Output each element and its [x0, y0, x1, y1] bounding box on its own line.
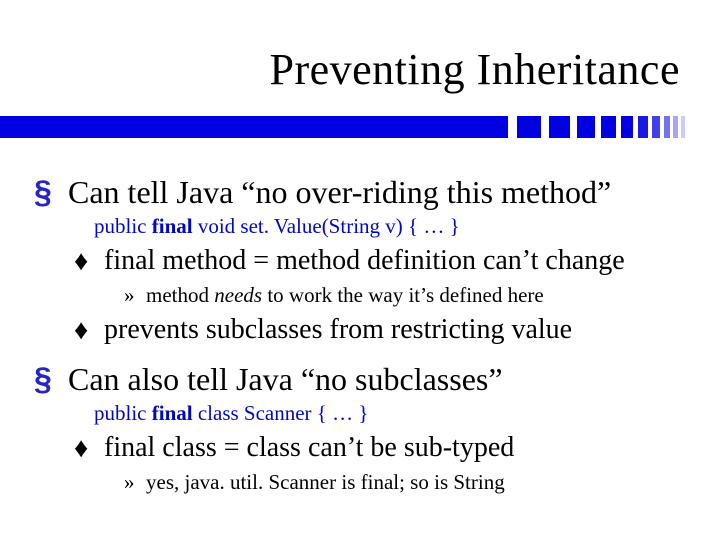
bullet-text: prevents subclasses from restricting val… — [104, 313, 572, 347]
code-keyword: final — [152, 401, 193, 425]
bullet-marker: » — [124, 281, 146, 309]
bullet-level1: § Can also tell Java “no subclasses” — [30, 361, 690, 397]
slide: { "title": "Preventing Inheritance", "bu… — [0, 0, 720, 540]
emphasis: needs — [214, 283, 262, 307]
bullet-level3: » yes, java. util. Scanner is final; so … — [124, 468, 690, 496]
bullet-text: Can also tell Java “no subclasses” — [68, 361, 503, 397]
accent-bar — [0, 116, 720, 138]
bullet-level2: ♦ prevents subclasses from restricting v… — [74, 313, 690, 347]
bullet-level2: ♦ final class = class can’t be sub-typed — [74, 431, 690, 465]
bullet-text: Can tell Java “no over-riding this metho… — [68, 174, 611, 210]
bullet-marker: § — [30, 174, 68, 210]
slide-title: Preventing Inheritance — [269, 44, 680, 95]
bullet-marker: » — [124, 468, 146, 496]
code-pre: public — [94, 214, 152, 238]
text-span: to work the way it’s defined here — [262, 283, 544, 307]
bullet-marker: ♦ — [74, 431, 104, 465]
bullet-text: final class = class can’t be sub-typed — [104, 431, 514, 465]
code-keyword: final — [152, 214, 193, 238]
bullet-text: yes, java. util. Scanner is final; so is… — [146, 468, 505, 496]
bullet-marker: § — [30, 361, 68, 397]
bullet-level3: » method needs to work the way it’s defi… — [124, 281, 690, 309]
code-post: void set. Value(String v) { … } — [193, 214, 460, 238]
code-line: public final void set. Value(String v) {… — [94, 212, 690, 240]
bullet-marker: ♦ — [74, 244, 104, 278]
code-post: class Scanner { … } — [193, 401, 369, 425]
code-line: public final class Scanner { … } — [94, 399, 690, 427]
bullet-text: method needs to work the way it’s define… — [146, 281, 544, 309]
content-area: § Can tell Java “no over-riding this met… — [30, 160, 690, 496]
bullet-level2: ♦ final method = method definition can’t… — [74, 244, 690, 278]
bullet-level1: § Can tell Java “no over-riding this met… — [30, 174, 690, 210]
bullet-marker: ♦ — [74, 313, 104, 347]
bullet-text: final method = method definition can’t c… — [104, 244, 625, 278]
text-span: method — [146, 283, 214, 307]
code-pre: public — [94, 401, 152, 425]
